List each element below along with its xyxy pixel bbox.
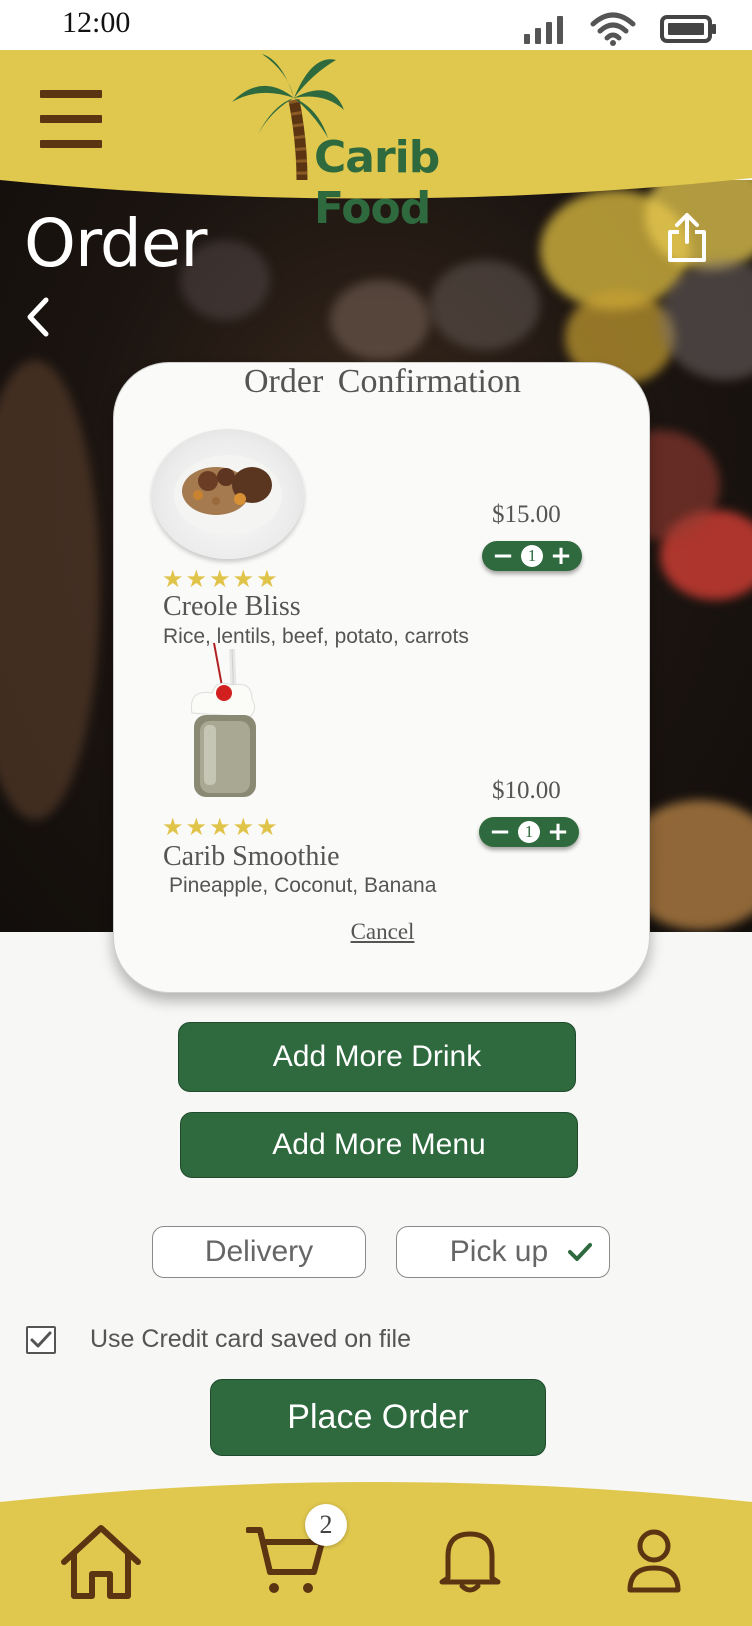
bell-icon[interactable] — [438, 1526, 502, 1596]
home-icon[interactable] — [60, 1524, 142, 1600]
status-bar: 12:00 — [0, 0, 752, 50]
use-credit-card-checkbox[interactable] — [26, 1326, 56, 1354]
star-icon: ★ — [185, 565, 208, 593]
card-title: Order Confirmation — [244, 363, 521, 400]
signal-icon — [524, 16, 563, 44]
star-icon: ★ — [209, 813, 231, 841]
item-price: $15.00 — [492, 501, 561, 528]
use-credit-card-label: Use Credit card saved on file — [90, 1325, 411, 1353]
star-icon: ★ — [256, 565, 278, 593]
quantity-value: 1 — [518, 821, 540, 843]
battery-icon — [660, 15, 716, 43]
pickup-label: Pick up — [449, 1235, 549, 1268]
add-more-drink-button[interactable]: Add More Drink — [178, 1022, 576, 1092]
wifi-icon — [590, 12, 636, 46]
carib-food-logo: Carib Food — [232, 52, 512, 234]
status-time: 12:00 — [62, 6, 131, 39]
item-description: Pineapple, Coconut, Banana — [169, 874, 437, 897]
star-icon: ★ — [162, 813, 184, 841]
decrease-quantity-button[interactable]: − — [485, 817, 515, 847]
checkmark-icon — [568, 1243, 592, 1261]
item-name: Carib Smoothie — [163, 841, 340, 872]
checkmark-icon — [30, 1331, 52, 1348]
profile-icon[interactable] — [626, 1528, 682, 1594]
delivery-option-button[interactable]: Delivery — [152, 1226, 366, 1278]
carib-smoothie-image — [174, 641, 274, 801]
quantity-value: 1 — [521, 545, 543, 567]
hamburger-menu-icon[interactable] — [40, 90, 102, 154]
place-order-button[interactable]: Place Order — [210, 1379, 546, 1456]
status-icons — [522, 12, 718, 46]
star-icon: ★ — [185, 813, 208, 841]
quantity-stepper: − 1 + — [479, 817, 579, 847]
star-icon: ★ — [232, 813, 255, 841]
item-price: $10.00 — [492, 777, 561, 804]
cart-count-badge: 2 — [305, 1504, 347, 1546]
star-icon: ★ — [162, 565, 184, 593]
page-title: Order — [24, 205, 208, 282]
pickup-option-button[interactable]: Pick up — [396, 1226, 610, 1278]
item-name: Creole Bliss — [163, 591, 301, 622]
creole-bliss-image — [152, 429, 304, 559]
rating-stars: ★ ★ ★ ★ ★ — [162, 567, 278, 591]
star-icon: ★ — [232, 565, 255, 593]
cancel-link[interactable]: Cancel — [114, 919, 651, 945]
quantity-stepper: − 1 + — [482, 541, 582, 571]
star-icon: ★ — [209, 565, 231, 593]
back-chevron-icon[interactable] — [22, 292, 58, 342]
logo-text: Carib Food — [314, 132, 440, 234]
increase-quantity-button[interactable]: + — [543, 817, 573, 847]
share-icon[interactable] — [666, 212, 708, 264]
increase-quantity-button[interactable]: + — [546, 541, 576, 571]
add-more-menu-button[interactable]: Add More Menu — [180, 1112, 578, 1178]
order-confirmation-card: Order Confirmation ★ ★ ★ ★ ★ Creole Bliss Ri… — [113, 362, 650, 993]
star-icon: ★ — [256, 813, 278, 841]
rating-stars: ★ ★ ★ ★ ★ — [162, 815, 278, 839]
decrease-quantity-button[interactable]: − — [488, 541, 518, 571]
